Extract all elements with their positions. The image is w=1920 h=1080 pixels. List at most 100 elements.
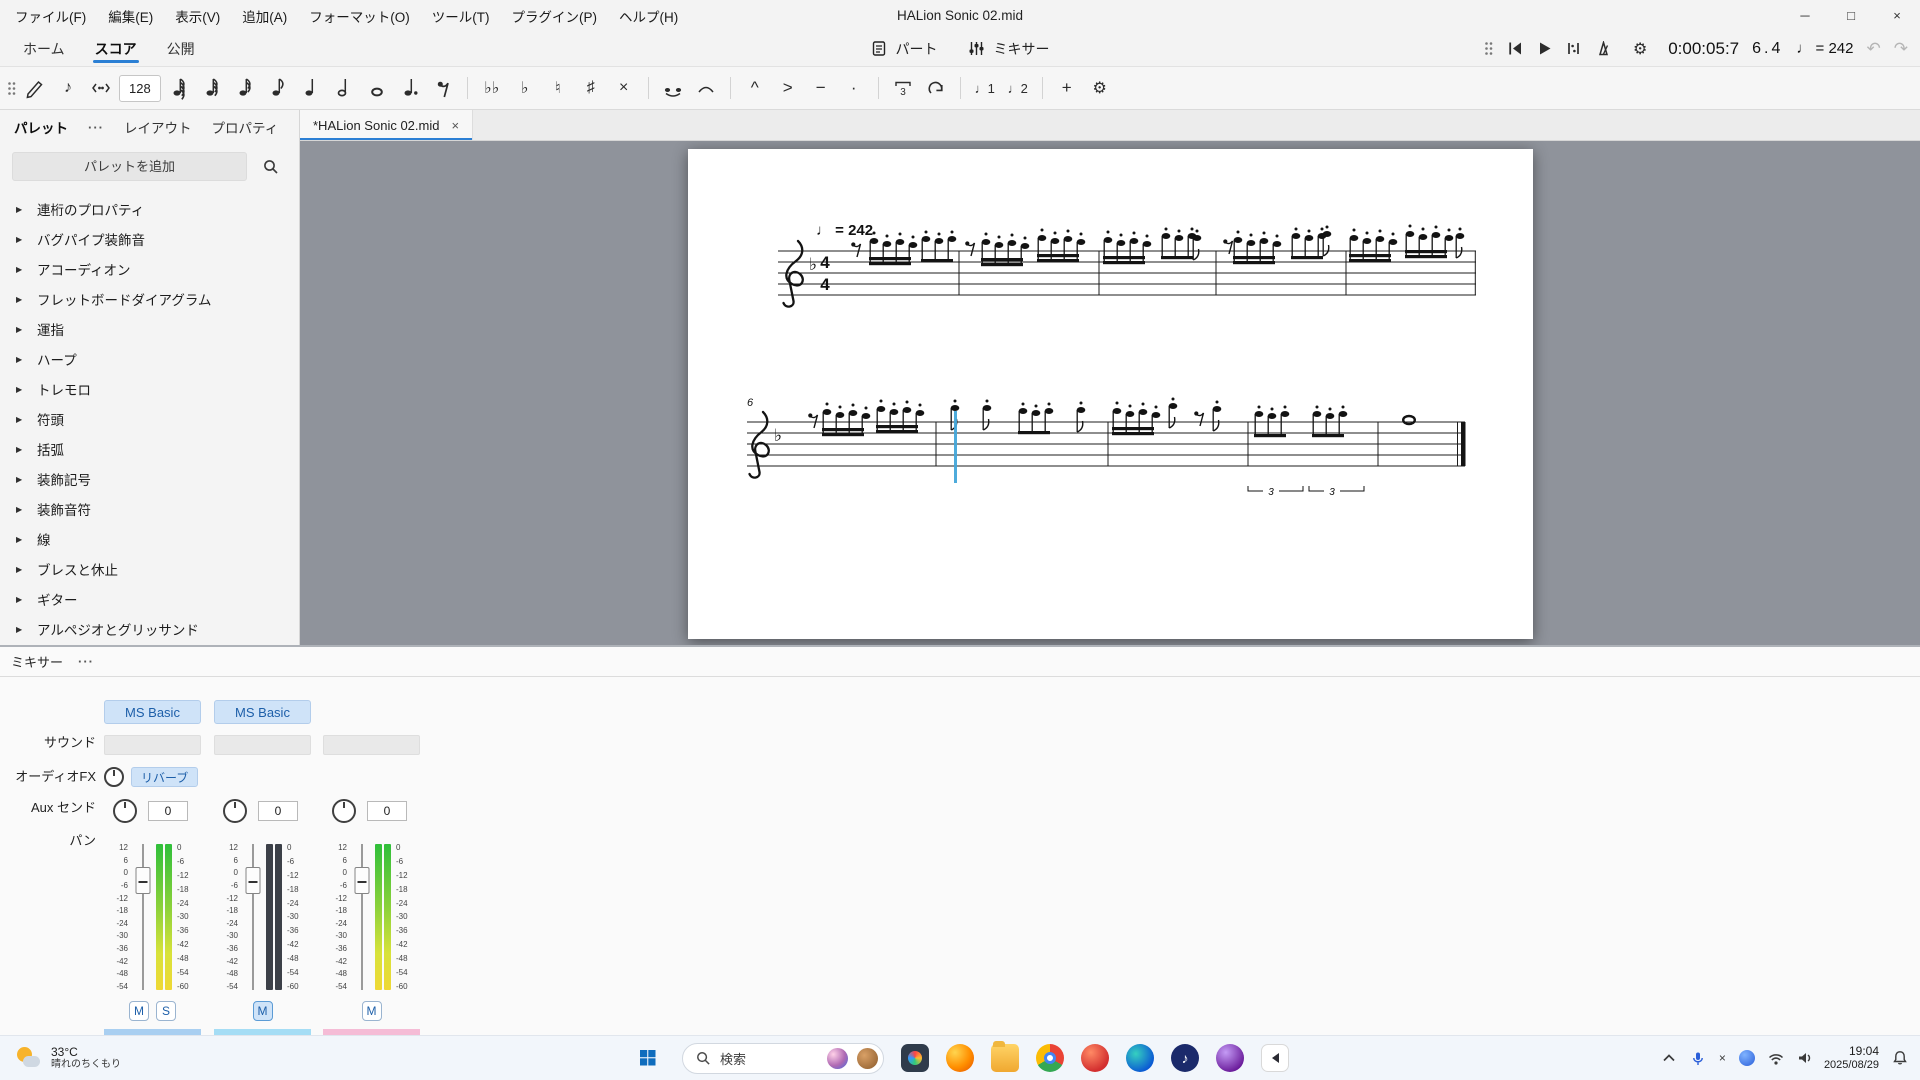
palette-category[interactable]: ▶ アルペジオとグリッサンド: [0, 614, 299, 644]
sound-button[interactable]: MS Basic: [214, 700, 311, 724]
palette-menu-button[interactable]: ···: [88, 120, 104, 135]
audiofx-slot[interactable]: [104, 735, 201, 755]
bing-daily-icon[interactable]: [827, 1048, 848, 1069]
duration-16th-button[interactable]: [230, 72, 260, 104]
parts-button[interactable]: パート: [871, 39, 938, 59]
notifications-bell-icon[interactable]: [1892, 1050, 1908, 1066]
close-button[interactable]: ×: [1874, 0, 1920, 31]
tab-layout[interactable]: レイアウト: [124, 110, 192, 144]
double-sharp-button[interactable]: ×: [609, 72, 639, 104]
solo-button[interactable]: S: [156, 1001, 176, 1021]
palette-category[interactable]: ▶ 装飾音符: [0, 494, 299, 524]
volume-icon[interactable]: [1797, 1051, 1811, 1065]
tray-overflow-chevron-icon[interactable]: [1661, 1051, 1677, 1065]
app-cubase-icon[interactable]: [1261, 1044, 1289, 1072]
voice-1-button[interactable]: ♩1: [970, 72, 1000, 104]
time-signature-top[interactable]: 4: [820, 253, 830, 272]
redo-button[interactable]: ↷: [1894, 39, 1908, 59]
menu-item[interactable]: 追加(A): [231, 0, 298, 31]
mixer-button[interactable]: ミキサー: [968, 39, 1050, 59]
mixer-menu-button[interactable]: ···: [78, 654, 94, 669]
tab-home[interactable]: ホーム: [8, 31, 80, 66]
undo-button[interactable]: ↶: [1867, 39, 1881, 59]
flat-button[interactable]: ♭: [510, 72, 540, 104]
duration-32nd-button[interactable]: [197, 72, 227, 104]
tab-palettes[interactable]: パレット: [14, 110, 68, 144]
app-edge-icon[interactable]: [1126, 1044, 1154, 1072]
mute-button[interactable]: M: [129, 1001, 149, 1021]
tray-app-badge-icon[interactable]: [1739, 1050, 1755, 1066]
key-signature-flat[interactable]: ♭: [774, 426, 782, 445]
app-chrome-icon[interactable]: [1036, 1044, 1064, 1072]
score-system-2[interactable]: 6 ♭ 3: [743, 390, 1473, 520]
maximize-button[interactable]: □: [1828, 0, 1874, 31]
duration-64th-button[interactable]: [164, 72, 194, 104]
menu-item[interactable]: ファイル(F): [4, 0, 97, 31]
app-musescore-icon[interactable]: ♪: [1171, 1044, 1199, 1072]
tempo-marking[interactable]: ♩ = 242: [816, 222, 873, 239]
marcato-button[interactable]: ^: [740, 72, 770, 104]
taskbar-clock[interactable]: 19:04 2025/08/29: [1824, 1044, 1879, 1073]
voice-2-button[interactable]: ♩2: [1003, 72, 1033, 104]
augmentation-dot-button[interactable]: [395, 72, 425, 104]
score-canvas[interactable]: ♩ = 242 ♭ 4 4: [300, 141, 1920, 645]
tenuto-button[interactable]: −: [806, 72, 836, 104]
rewind-button[interactable]: [1507, 41, 1523, 56]
app-firefox-icon[interactable]: [946, 1044, 974, 1072]
slur-button[interactable]: [691, 72, 721, 104]
duration-whole-button[interactable]: [362, 72, 392, 104]
play-button[interactable]: [1536, 41, 1552, 56]
note-input-pencil-button[interactable]: [20, 72, 50, 104]
duration-128-button[interactable]: 128: [119, 75, 161, 102]
mute-button[interactable]: M: [253, 1001, 273, 1021]
natural-button[interactable]: ♮: [543, 72, 573, 104]
key-signature-flat[interactable]: ♭: [809, 255, 817, 274]
menu-item[interactable]: フォーマット(O): [298, 0, 421, 31]
fader-handle[interactable]: [135, 867, 150, 894]
sound-button[interactable]: MS Basic: [104, 700, 201, 724]
pan-knob[interactable]: [332, 799, 356, 823]
flip-direction-button[interactable]: [921, 72, 951, 104]
score-system-1[interactable]: ♩ = 242 ♭ 4 4: [776, 209, 1480, 359]
tab-score[interactable]: スコア: [80, 31, 152, 66]
menu-item[interactable]: ヘルプ(H): [608, 0, 689, 31]
menu-item[interactable]: プラグイン(P): [501, 0, 609, 31]
fader-handle[interactable]: [245, 867, 260, 894]
tab-publish[interactable]: 公開: [152, 31, 210, 66]
pan-value[interactable]: 0: [258, 801, 298, 821]
note-icon-button[interactable]: ♪: [53, 72, 83, 104]
palette-category[interactable]: ▶ ブレスと休止: [0, 554, 299, 584]
audiofx-slot[interactable]: [323, 735, 420, 755]
app-photos-icon[interactable]: [901, 1044, 929, 1072]
palette-category[interactable]: ▶ 括弧: [0, 434, 299, 464]
mute-button[interactable]: M: [362, 1001, 382, 1021]
document-tab[interactable]: *HALion Sonic 02.mid ×: [300, 110, 473, 140]
double-flat-button[interactable]: ♭♭: [477, 72, 507, 104]
menu-item[interactable]: 編集(E): [97, 0, 164, 31]
palette-category[interactable]: ▶ 符頭: [0, 404, 299, 434]
weather-widget[interactable]: 33°C 晴れのちくもり: [0, 1045, 230, 1071]
metronome-button[interactable]: [1595, 41, 1612, 56]
notes[interactable]: [808, 398, 1415, 438]
fader-handle[interactable]: [354, 867, 369, 894]
volume-fader[interactable]: [243, 841, 262, 993]
rest-button[interactable]: [428, 72, 458, 104]
palette-category[interactable]: ▶ フレットボードダイアグラム: [0, 284, 299, 314]
notes[interactable]: [851, 225, 1464, 267]
playback-time-display[interactable]: 0:00:05:7: [1668, 39, 1739, 59]
input-mode-chevrons-button[interactable]: [86, 72, 116, 104]
drag-handle-icon[interactable]: [7, 81, 17, 96]
aux-send-knob[interactable]: [104, 767, 124, 787]
duration-quarter-button[interactable]: [296, 72, 326, 104]
palette-category[interactable]: ▶ ギター: [0, 584, 299, 614]
time-signature-bottom[interactable]: 4: [820, 275, 830, 294]
audiofx-slot[interactable]: [214, 735, 311, 755]
tray-close-icon[interactable]: ×: [1719, 1051, 1726, 1065]
close-tab-icon[interactable]: ×: [451, 118, 459, 133]
app-file-explorer-icon[interactable]: [991, 1044, 1019, 1072]
palette-category[interactable]: ▶ トレモロ: [0, 374, 299, 404]
palette-category[interactable]: ▶ 連桁のプロパティ: [0, 194, 299, 224]
pan-value[interactable]: 0: [148, 801, 188, 821]
sharp-button[interactable]: ♯: [576, 72, 606, 104]
menu-item[interactable]: ツール(T): [421, 0, 501, 31]
